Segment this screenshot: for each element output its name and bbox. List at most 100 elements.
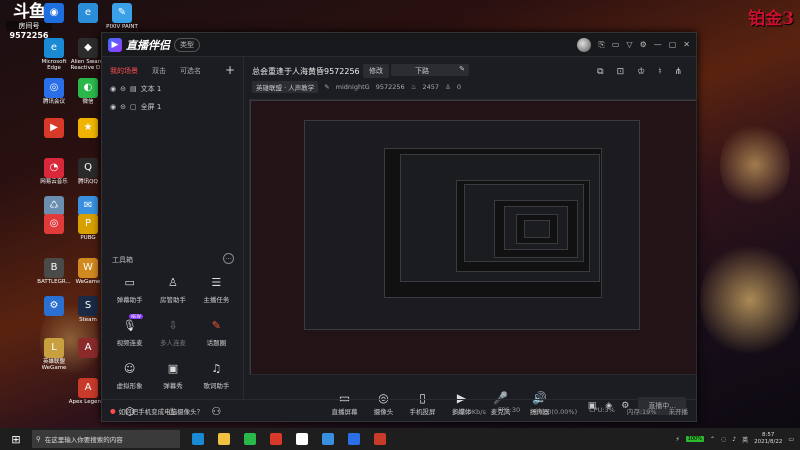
text-icon: ▤: [129, 85, 137, 93]
tool-label: 弹幕助手: [116, 296, 143, 304]
app-name: 直播伴侣: [126, 38, 170, 52]
taskbar-app-icon[interactable]: [192, 433, 204, 445]
search-icon: ⚲: [36, 435, 41, 443]
pencil-icon[interactable]: ✎: [324, 83, 329, 91]
taskbar-app-icon[interactable]: [244, 433, 256, 445]
toolbox-more-button[interactable]: ···: [223, 253, 234, 264]
tool-item[interactable]: ☺ 虚拟形象: [108, 359, 151, 391]
avatar[interactable]: [577, 37, 592, 52]
tool-item[interactable]: ✎ 话题圈: [195, 316, 238, 348]
type-button[interactable]: 类型: [174, 37, 200, 52]
taskbar-search[interactable]: ⚲ 在这里输入你要搜索的内容: [32, 430, 180, 448]
clock[interactable]: 8:57 2021/8/22: [754, 432, 782, 446]
tool-item[interactable]: 🎙 NEW 视频连麦: [108, 314, 151, 347]
app-logo-icon: ▶: [108, 37, 122, 52]
tool-label: 房管助手: [159, 296, 186, 304]
tool-item[interactable]: ♙ 房管助手: [151, 273, 194, 305]
taskbar-app-icon[interactable]: [296, 433, 308, 445]
tool-icon: ♙: [164, 273, 182, 291]
edit-title-button[interactable]: 修改: [363, 64, 389, 78]
search-placeholder: 在这里输入你要搜索的内容: [44, 436, 123, 444]
taskbar-app-icon[interactable]: [270, 433, 282, 445]
tool-icon: ☺: [121, 359, 139, 377]
category-field[interactable]: 下路 ✎: [391, 64, 469, 76]
shortcut-label: 英雄联盟 WeGame: [41, 359, 67, 371]
pencil-icon[interactable]: ✎: [459, 65, 465, 73]
tool-glyph: ☺: [123, 361, 136, 375]
taskbar-app-icon[interactable]: [218, 433, 230, 445]
app-icon: ◎: [44, 214, 64, 234]
eye-icon[interactable]: ◉: [110, 103, 116, 111]
add-scene-button[interactable]: +: [225, 64, 235, 76]
tool-glyph: ▭: [124, 275, 135, 289]
tool-item[interactable]: ▭ 弹幕助手: [108, 273, 151, 305]
message-icon[interactable]: ▭: [612, 40, 620, 49]
trophy-icon[interactable]: ♔: [637, 67, 645, 77]
app-icon: Q: [78, 158, 98, 178]
tool-glyph: 🎙: [122, 318, 137, 332]
notification-icon[interactable]: ▭: [788, 436, 794, 443]
category-value: 下路: [415, 67, 429, 75]
bokeh-light: [720, 120, 790, 210]
lock-icon[interactable]: ⊡: [617, 67, 625, 77]
share-icon[interactable]: ⋔: [674, 67, 682, 77]
lock-icon[interactable]: ⊝: [120, 85, 126, 93]
app-icon: L: [44, 338, 64, 358]
app-icon: P: [78, 214, 98, 234]
bitrate-stat: 码率:0Kb/s: [452, 407, 486, 416]
drop-stat: 丢帧:0(0.00%): [532, 407, 578, 416]
ime-icon[interactable]: 英: [742, 435, 748, 444]
scene-item[interactable]: ◉ ⊝ ▤ 文本 1: [102, 80, 243, 98]
scene-item[interactable]: ◉ ⊝ ▢ 全屏 1: [102, 98, 243, 116]
lock-icon[interactable]: ⊝: [120, 103, 126, 111]
settings-icon[interactable]: ⚙: [640, 40, 647, 49]
tab-optional[interactable]: 可选名: [180, 66, 201, 76]
tool-item[interactable]: ▣ 弹幕秀: [151, 359, 194, 391]
tool-item[interactable]: ☰ 主播任务: [195, 273, 238, 305]
tab-double-click[interactable]: 双击: [152, 66, 166, 76]
shortcut-label: PIXIV PAINT: [106, 24, 138, 30]
desktop-shortcut[interactable]: ✎ PIXIV PAINT: [102, 3, 142, 30]
tip-link[interactable]: 如何把手机变成电脑摄像头？: [119, 406, 204, 416]
titlebar: ▶ 直播伴侣 类型 ⎘ ▭ ▽ ⚙ — ▢ ✕: [102, 33, 696, 57]
live-state: 未开播: [668, 407, 689, 416]
flame-icon: ♨: [410, 83, 417, 91]
tool-label: 视频连麦: [116, 339, 143, 347]
tool-item[interactable]: ⇩ 多人连麦: [151, 316, 194, 348]
taskbar-app-icon[interactable]: [374, 433, 386, 445]
app-icon: ▶: [44, 118, 64, 138]
maximize-icon[interactable]: ▢: [669, 40, 677, 49]
live-preview[interactable]: [249, 99, 697, 375]
start-icon[interactable]: ⊞: [0, 433, 32, 446]
tool-label: 虚拟形象: [116, 382, 143, 390]
share-screen-icon[interactable]: ⧉: [597, 67, 603, 77]
minimize-icon[interactable]: —: [654, 40, 662, 49]
app-icon: ◉: [44, 3, 64, 23]
app-icon: e: [78, 3, 98, 23]
room-title: 总会重逢于人海黄昏9572256: [252, 67, 360, 76]
close-icon[interactable]: ✕: [683, 40, 690, 49]
taskbar-app-icon[interactable]: [348, 433, 360, 445]
tool-icon: ✎: [207, 316, 225, 334]
game-tag[interactable]: 英雄联盟 · 人声教学: [252, 81, 319, 93]
tab-my-scenes[interactable]: 我的场景: [110, 66, 138, 76]
room-meta: 英雄联盟 · 人声教学 ✎ midnightG 9572256 ♨ 2457 ♙…: [252, 81, 461, 93]
shirt-icon[interactable]: ▽: [626, 40, 632, 49]
battery-indicator[interactable]: 100%: [685, 436, 704, 442]
tool-item[interactable]: ♫ 歌词助手: [195, 359, 238, 391]
taskbar-app-icon[interactable]: [322, 433, 334, 445]
bell-icon[interactable]: ♮: [658, 67, 661, 77]
fullscreen-icon: ▢: [129, 103, 137, 111]
charging-icon[interactable]: ⚡: [675, 436, 679, 443]
app-icon: S: [78, 296, 98, 316]
tool-glyph: ⇩: [168, 318, 178, 332]
tool-glyph: ♫: [211, 361, 222, 375]
chevron-up-icon[interactable]: ⌃: [710, 436, 715, 443]
volume-icon[interactable]: ♪: [732, 436, 736, 443]
tool-label: 弹幕秀: [163, 382, 183, 390]
gift-icon[interactable]: ⎘: [598, 40, 604, 50]
app-icon: ✉: [78, 196, 98, 216]
scene-label: 文本 1: [140, 85, 162, 93]
eye-icon[interactable]: ◉: [110, 85, 116, 93]
network-icon[interactable]: ◌: [721, 436, 726, 443]
